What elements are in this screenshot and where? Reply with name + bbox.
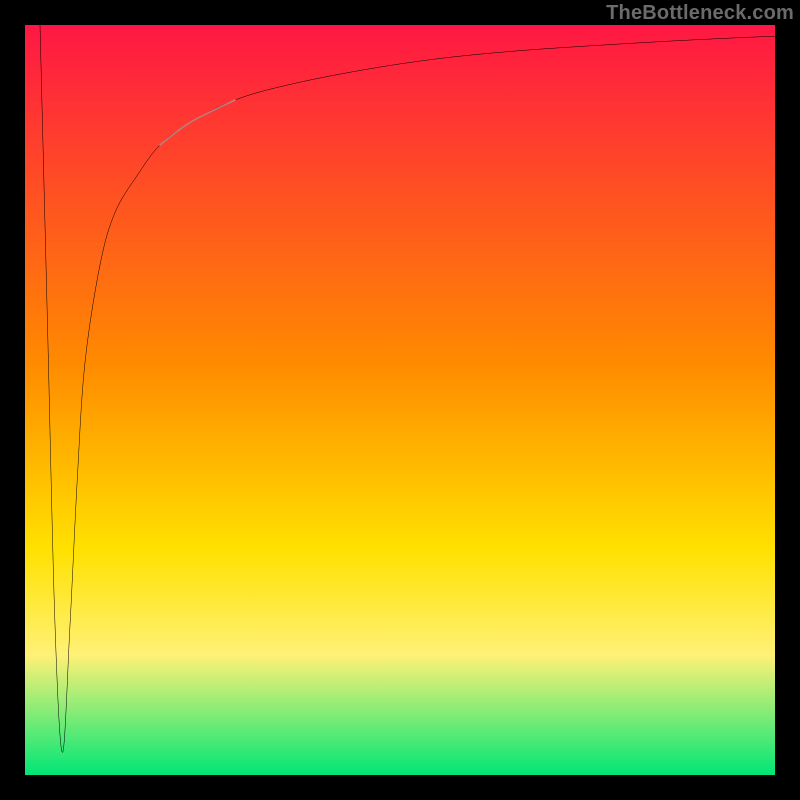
chart-frame: TheBottleneck.com	[0, 0, 800, 800]
watermark-text: TheBottleneck.com	[606, 2, 794, 25]
gradient-background	[25, 25, 775, 775]
chart-plot	[25, 25, 775, 775]
